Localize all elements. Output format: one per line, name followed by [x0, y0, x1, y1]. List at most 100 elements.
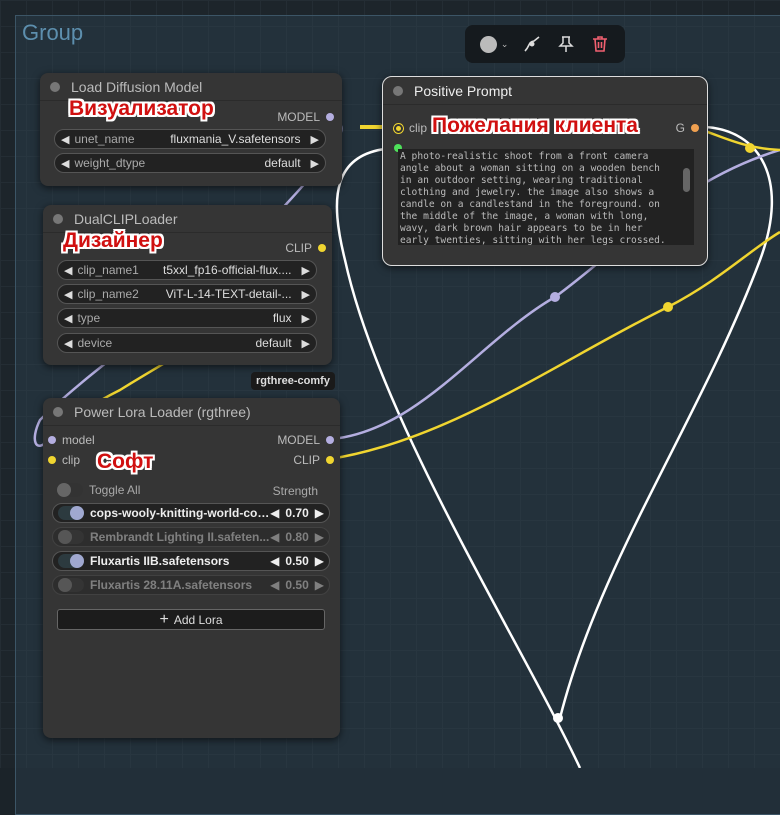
widget-label: weight_dtype	[74, 156, 146, 170]
arrow-left-icon[interactable]: ◀	[61, 133, 69, 146]
color-picker-button[interactable]: ⌄	[479, 35, 509, 53]
color-circle-icon	[479, 35, 497, 53]
output-label: CLIP	[285, 241, 312, 255]
arrow-right-icon[interactable]: ▶	[302, 288, 310, 301]
collapse-dot-icon[interactable]	[50, 81, 60, 92]
node-title: DualCLIPLoader	[74, 210, 178, 227]
node-badge: rgthree-comfy	[251, 372, 335, 390]
chevron-down-icon: ⌄	[500, 38, 509, 49]
node-title: Positive Prompt	[414, 82, 513, 99]
overlay-label: Дизайнер	[63, 229, 163, 252]
pin-icon[interactable]	[556, 34, 576, 54]
collapse-dot-icon[interactable]	[53, 406, 63, 417]
lora-toggle[interactable]	[58, 506, 84, 520]
lora-row[interactable]: Rembrandt Lighting II.safeten... ◀ 0.80 ▶	[52, 527, 330, 547]
overlay-label: Пожелания клиента	[432, 114, 638, 137]
arrow-right-icon[interactable]: ▶	[315, 530, 324, 544]
widget-clip-name2[interactable]: ◀ clip_name2 ViT-L-14-TEXT-detail-... ▶	[57, 284, 317, 304]
node-title: Power Lora Loader (rgthree)	[74, 403, 251, 420]
input-slot-model[interactable]	[48, 436, 56, 444]
input-label: clip	[62, 453, 81, 467]
arrow-right-icon[interactable]: ▶	[315, 578, 324, 592]
input-label: model	[62, 433, 95, 447]
output-slot-conditioning[interactable]	[691, 124, 699, 132]
node-title: Load Diffusion Model	[71, 78, 203, 95]
output-slot-clip[interactable]	[326, 456, 334, 464]
widget-weight-dtype[interactable]: ◀ weight_dtype default ▶	[54, 153, 326, 173]
trash-icon[interactable]	[590, 34, 610, 54]
arrow-right-icon[interactable]: ▶	[311, 133, 319, 146]
lora-row[interactable]: Fluxartis 28.11A.safetensors ◀ 0.50 ▶	[52, 575, 330, 595]
lora-name[interactable]: cops-wooly-knitting-world-conf...	[90, 506, 270, 520]
arrow-left-icon[interactable]: ◀	[270, 578, 279, 592]
toggle-all[interactable]: Toggle All	[57, 483, 140, 497]
widget-label: device	[77, 336, 113, 350]
arrow-right-icon[interactable]: ▶	[302, 337, 310, 350]
widget-clip-name1[interactable]: ◀ clip_name1 t5xxl_fp16-official-flux.... ▶	[57, 260, 317, 280]
collapse-dot-icon[interactable]	[53, 213, 63, 224]
group-title[interactable]: Group	[22, 20, 83, 46]
lora-strength[interactable]: 0.50	[285, 554, 308, 568]
strength-header: Strength	[272, 484, 318, 498]
selection-toolbar: ⌄	[465, 25, 625, 63]
lora-strength[interactable]: 0.80	[285, 530, 308, 544]
input-slot-clip[interactable]	[48, 456, 56, 464]
output-slot-model[interactable]	[326, 436, 334, 444]
arrow-right-icon[interactable]: ▶	[302, 264, 310, 277]
widget-value: default	[264, 156, 301, 170]
widget-label: type	[77, 311, 101, 325]
plus-icon: +	[159, 610, 169, 628]
arrow-left-icon[interactable]: ◀	[64, 337, 72, 350]
add-lora-button[interactable]: + Add Lora	[57, 609, 325, 630]
output-label: G	[675, 121, 685, 135]
prompt-text: A photo-realistic shoot from a front cam…	[400, 151, 666, 245]
overlay-label: Софт	[97, 450, 154, 473]
lora-name[interactable]: Fluxartis 28.11A.safetensors	[90, 578, 270, 592]
output-slot-clip[interactable]	[318, 244, 326, 252]
node-power-lora-loader[interactable]: Power Lora Loader (rgthree) model clip M…	[43, 398, 340, 738]
lora-name[interactable]: Rembrandt Lighting II.safeten...	[90, 530, 270, 544]
widget-value: default	[255, 336, 292, 350]
lora-row[interactable]: cops-wooly-knitting-world-conf... ◀ 0.70 ▶	[52, 503, 330, 523]
lora-strength[interactable]: 0.50	[285, 578, 308, 592]
widget-value: fluxmania_V.safetensors	[170, 132, 301, 146]
arrow-left-icon[interactable]: ◀	[64, 312, 72, 325]
bypass-icon[interactable]	[522, 34, 542, 54]
lora-toggle[interactable]	[58, 578, 84, 592]
arrow-left-icon[interactable]: ◀	[64, 288, 72, 301]
prompt-textarea[interactable]: A photo-realistic shoot from a front cam…	[398, 149, 694, 245]
arrow-right-icon[interactable]: ▶	[315, 554, 324, 568]
widget-value: flux	[272, 311, 292, 325]
lora-strength[interactable]: 0.70	[285, 506, 308, 520]
arrow-right-icon[interactable]: ▶	[302, 312, 310, 325]
arrow-left-icon[interactable]: ◀	[64, 264, 72, 277]
node-load-diffusion-model[interactable]: Load Diffusion Model MODEL ◀ unet_name flu…	[40, 73, 342, 186]
arrow-right-icon[interactable]: ▶	[315, 506, 324, 520]
collapse-dot-icon[interactable]	[393, 85, 403, 96]
widget-label: unet_name	[74, 132, 135, 146]
output-label: MODEL	[277, 433, 320, 447]
lora-toggle[interactable]	[58, 530, 84, 544]
widget-label: clip_name1	[77, 263, 139, 277]
output-label: CLIP	[293, 453, 320, 467]
lora-name[interactable]: Fluxartis IIB.safetensors	[90, 554, 270, 568]
widget-device[interactable]: ◀ device default ▶	[57, 333, 317, 353]
lora-toggle[interactable]	[58, 554, 84, 568]
lora-row[interactable]: Fluxartis IIB.safetensors ◀ 0.50 ▶	[52, 551, 330, 571]
arrow-left-icon[interactable]: ◀	[270, 506, 279, 520]
toggle-all-switch[interactable]	[57, 483, 83, 497]
arrow-left-icon[interactable]: ◀	[270, 530, 279, 544]
arrow-left-icon[interactable]: ◀	[61, 157, 69, 170]
widget-label: clip_name2	[77, 287, 139, 301]
toggle-all-label: Toggle All	[89, 483, 141, 497]
output-slot-model[interactable]	[326, 113, 334, 121]
add-lora-label: Add Lora	[173, 612, 223, 627]
arrow-right-icon[interactable]: ▶	[311, 157, 319, 170]
input-slot-clip[interactable]	[393, 122, 404, 134]
arrow-left-icon[interactable]: ◀	[270, 554, 279, 568]
node-positive-prompt[interactable]: Positive Prompt clip G A photo-realistic…	[382, 76, 708, 266]
scrollbar-thumb[interactable]	[683, 168, 690, 192]
widget-unet-name[interactable]: ◀ unet_name fluxmania_V.safetensors ▶	[54, 129, 326, 149]
input-label: clip	[409, 121, 428, 135]
widget-type[interactable]: ◀ type flux ▶	[57, 308, 317, 328]
